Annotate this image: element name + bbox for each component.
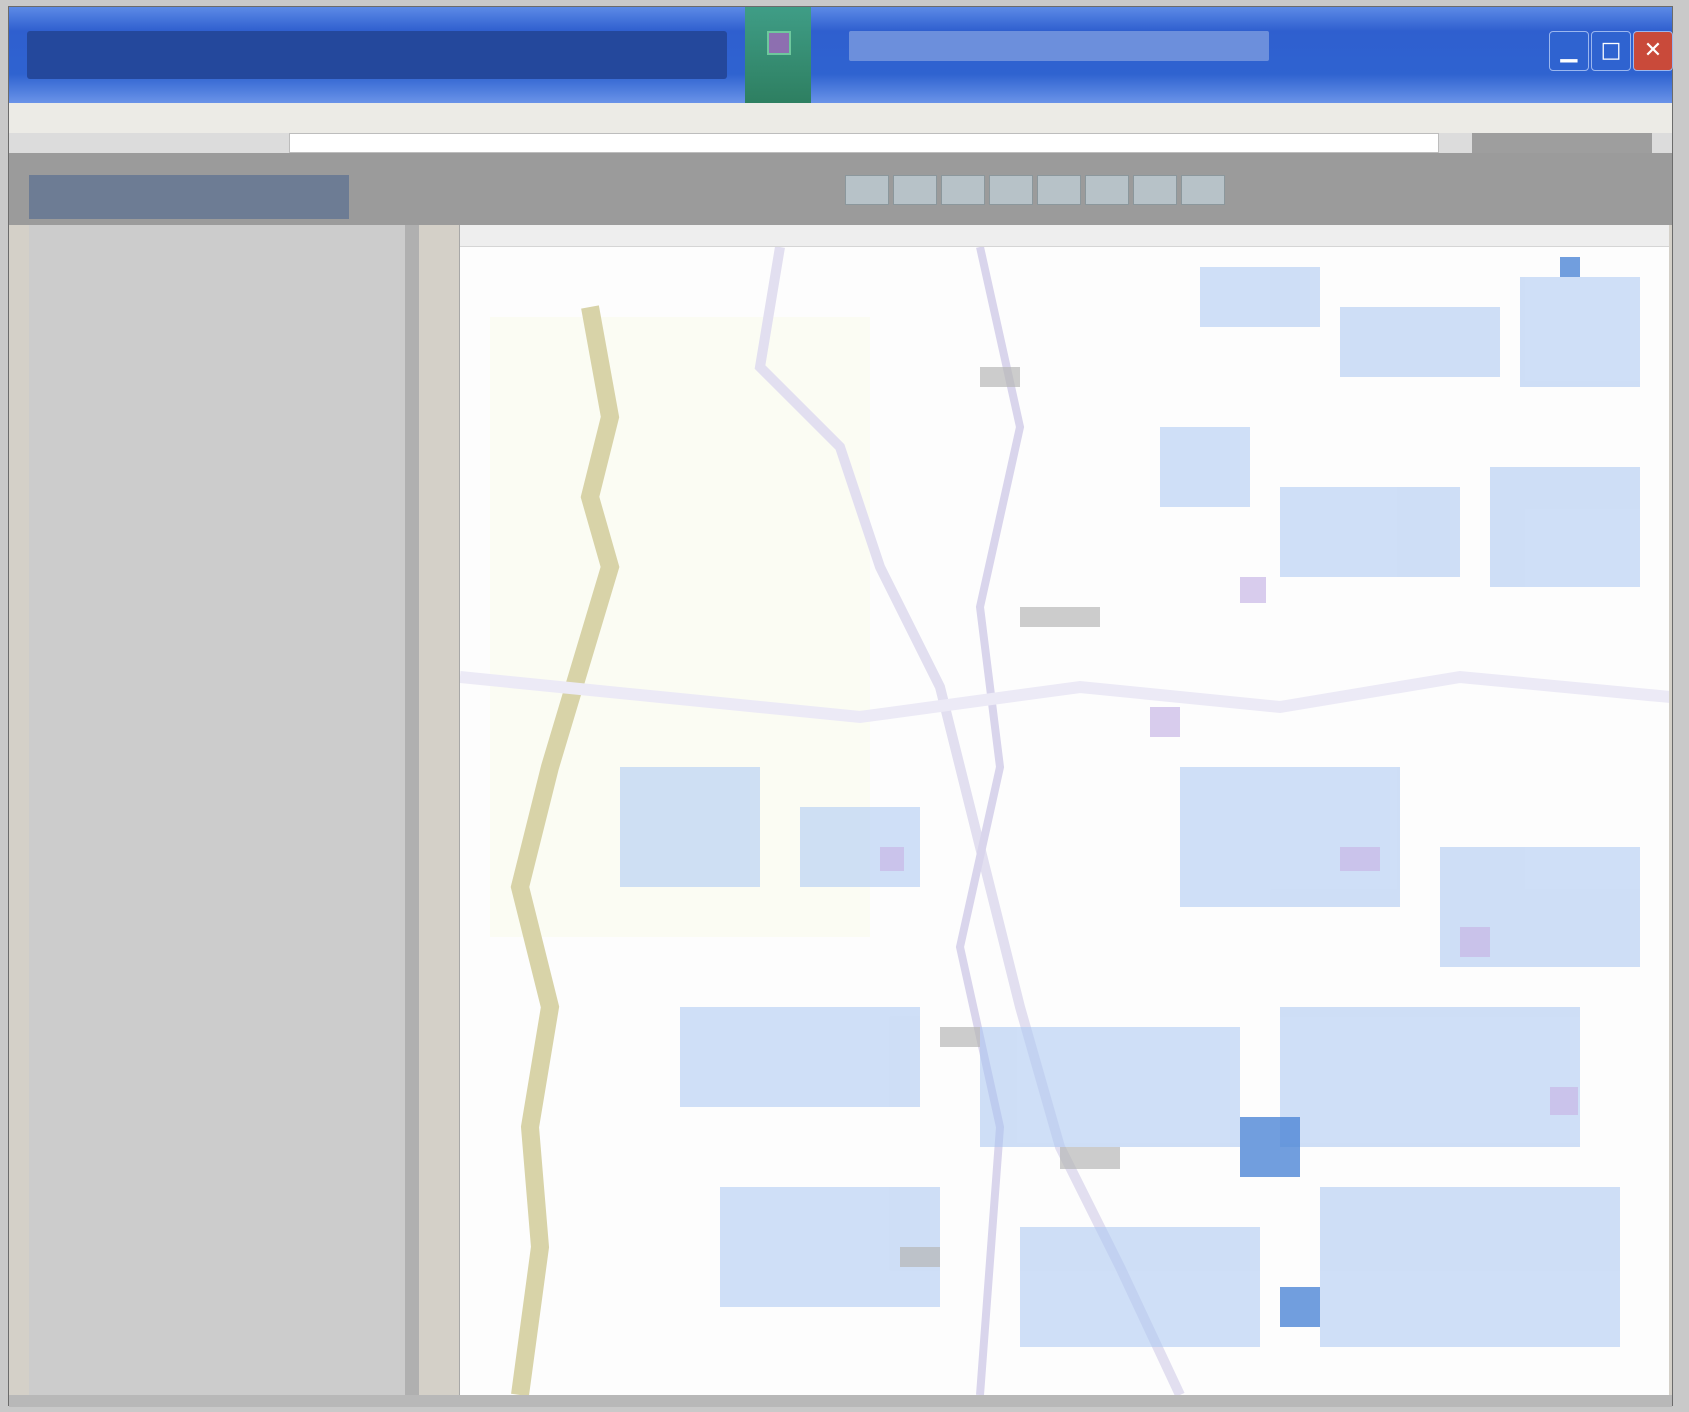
- minimize-icon: ▁: [1560, 38, 1578, 63]
- minimize-button[interactable]: ▁: [1549, 31, 1589, 71]
- app-logo-icon: [767, 31, 791, 55]
- map-ruler: [460, 225, 1669, 247]
- maximize-button[interactable]: □: [1591, 31, 1631, 71]
- status-bar: [9, 1395, 1672, 1407]
- window-subtitle-area: [849, 31, 1269, 61]
- toolbar-button-2[interactable]: [893, 175, 937, 205]
- close-icon: ✕: [1643, 38, 1663, 63]
- toolbar-button-6[interactable]: [1085, 175, 1129, 205]
- toolbar-button-4[interactable]: [989, 175, 1033, 205]
- close-button[interactable]: ✕: [1633, 31, 1673, 71]
- toolbar-button-1[interactable]: [845, 175, 889, 205]
- app-icon: [745, 7, 811, 103]
- title-bar[interactable]: ▁ □ ✕: [9, 7, 1673, 103]
- maximize-icon: □: [1600, 38, 1622, 63]
- map-viewport[interactable]: [459, 225, 1669, 1395]
- app-window: ▁ □ ✕: [8, 6, 1673, 1407]
- toolbar: [9, 153, 1672, 225]
- address-input[interactable]: [289, 133, 1439, 153]
- menu-bar: [9, 103, 1672, 133]
- toolbar-button-5[interactable]: [1037, 175, 1081, 205]
- toolbar-button-8[interactable]: [1181, 175, 1225, 205]
- address-bar: [9, 133, 1672, 153]
- window-title-area: [27, 31, 727, 79]
- map-canvas[interactable]: [460, 247, 1669, 1395]
- sidebar-tree[interactable]: [29, 225, 419, 1395]
- panel-selector[interactable]: [29, 175, 349, 219]
- toolbar-button-3[interactable]: [941, 175, 985, 205]
- toolbar-button-7[interactable]: [1133, 175, 1177, 205]
- address-go-button[interactable]: [1472, 133, 1652, 153]
